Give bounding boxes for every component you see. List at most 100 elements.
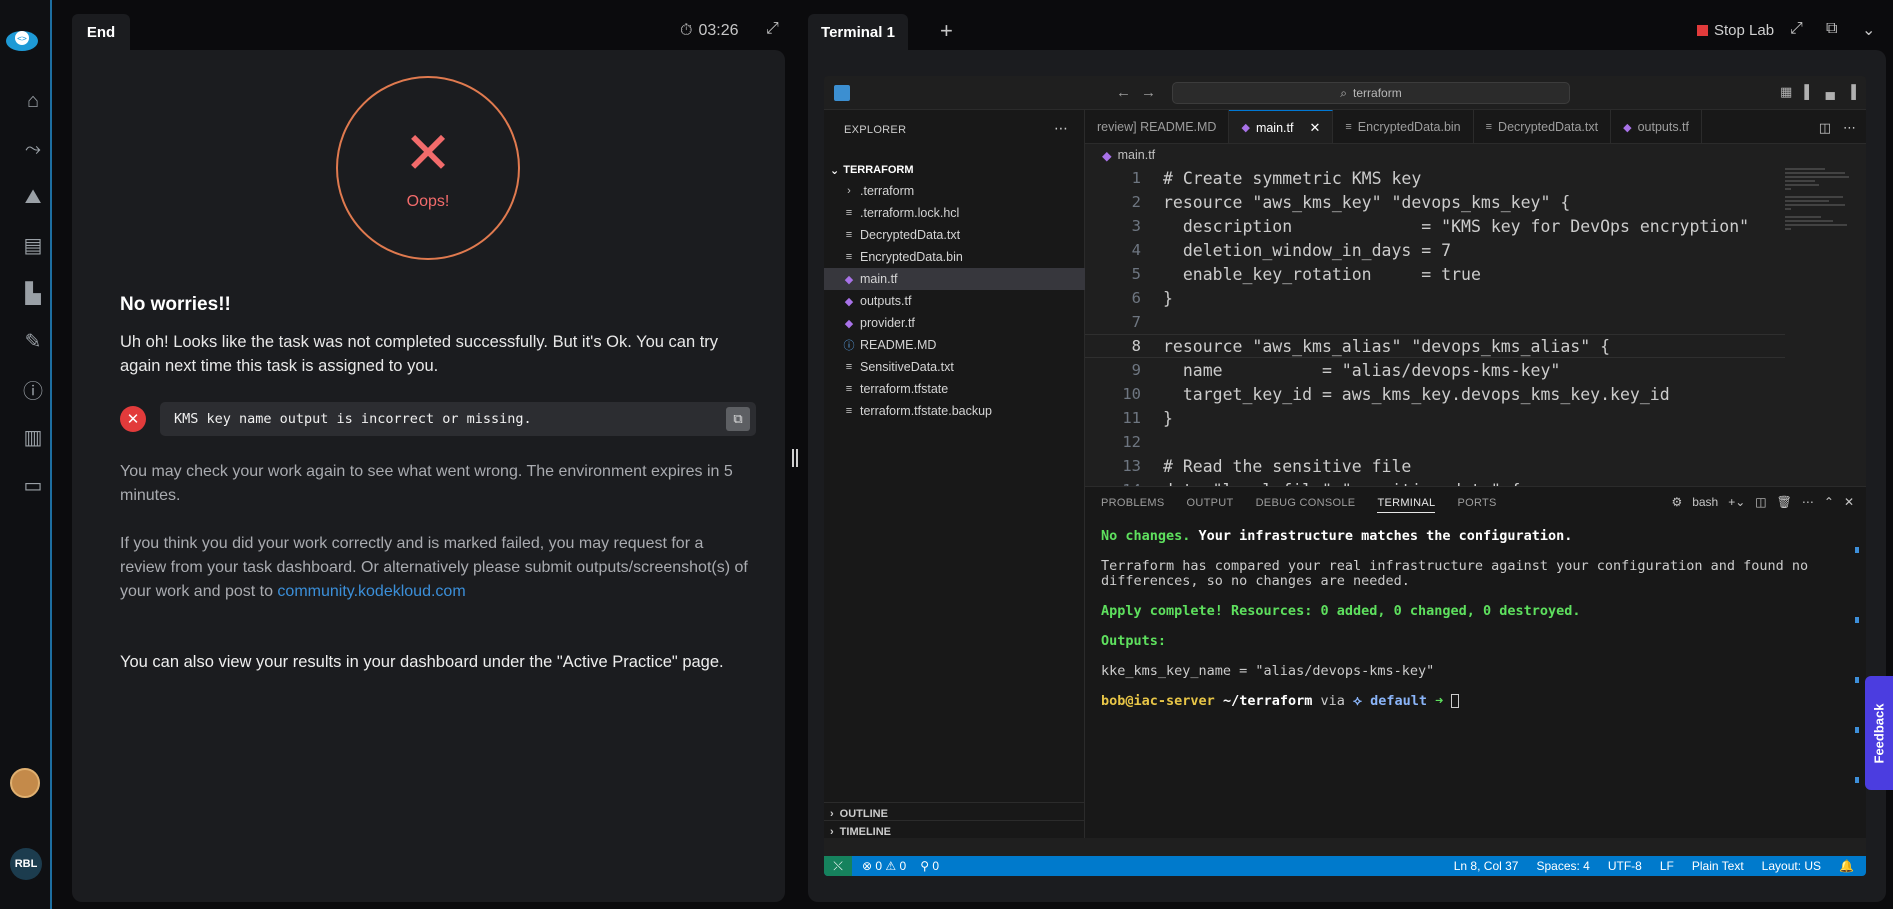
file-tree-item[interactable]: ≡ terraform.tfstate [824,378,1085,400]
editor-tab[interactable]: ◆ main.tf ✕ [1229,110,1334,143]
terminal-output[interactable]: No changes. Your infrastructure matches … [1101,529,1841,709]
more-actions-icon[interactable]: ⋯ [1843,120,1856,136]
text-file-icon: ≡ [845,251,853,263]
toggle-secondary-sidebar-icon[interactable]: ▐ [1847,84,1856,100]
split-editor-icon[interactable]: ◫ [1819,120,1831,136]
more-actions-icon[interactable]: ⋯ [1054,120,1068,137]
close-tab-icon[interactable]: ✕ [1309,120,1320,136]
cursor-position[interactable]: Ln 8, Col 37 [1454,859,1519,873]
panel-tab-debug-console[interactable]: DEBUG CONSOLE [1256,497,1356,513]
shell-name[interactable]: bash [1692,495,1718,509]
new-terminal-icon[interactable]: +⌄ [1728,495,1745,509]
folder-header[interactable]: ⌄ TERRAFORM [830,164,914,177]
text-file-icon: ≡ [845,361,853,373]
text-file-icon: ≡ [1485,121,1493,133]
back-arrow-icon[interactable]: ← [1116,84,1131,101]
file-tree-item[interactable]: ≡ DecryptedData.txt [824,224,1085,246]
editor-tab[interactable]: ≡ DecryptedData.txt [1474,110,1612,143]
panel-tab-output[interactable]: OUTPUT [1187,497,1234,513]
file-tree-item[interactable]: ◆ main.tf [824,268,1085,290]
editor-tab[interactable]: ≡ EncryptedData.bin [1333,110,1474,143]
close-panel-icon[interactable]: ✕ [1844,495,1854,509]
roadmap-icon[interactable]: ⤳ [20,136,46,162]
fullscreen-icon[interactable]: ⤢ [1790,20,1803,38]
terminal-line: No changes. Your infrastructure matches … [1101,529,1841,544]
layout-controls: ▦ ▌ ▄ ▐ [1780,84,1856,100]
encoding[interactable]: UTF-8 [1608,859,1642,873]
kodekloud-logo-icon[interactable]: <> [4,26,40,52]
file-tree-item[interactable]: ◆ provider.tf [824,312,1085,334]
end-of-line[interactable]: LF [1660,859,1674,873]
remote-icon[interactable]: ⤬ [824,856,852,876]
file-name: terraform.tfstate [860,382,949,396]
file-tree-item[interactable]: ≡ SensitiveData.txt [824,356,1085,378]
file-tree-item[interactable]: ≡ .terraform.lock.hcl [824,202,1085,224]
line-content: resource "aws_kms_alias" "devops_kms_ali… [1163,336,1611,356]
app: <> ⌂ ⤳ ⛰ ▤ ▙ ✎ ⓘ ▥ ▭ RBL End ⏱ 03:26 ⤢ ✕… [0,0,1893,909]
playground-icon[interactable]: ▤ [20,232,46,258]
add-terminal-icon[interactable]: + [940,18,953,44]
info-icon[interactable]: ⓘ [20,376,46,403]
leaderboard-icon[interactable]: ▙ [20,280,46,306]
chevron-down-icon[interactable]: ⌄ [1862,20,1875,40]
feedback-button[interactable]: Feedback [1865,676,1893,790]
line-number: 4 [1131,241,1141,259]
ports-status[interactable]: ⚲ 0 [920,859,939,873]
line-content: resource "aws_kms_key" "devops_kms_key" … [1163,192,1571,212]
bottom-panel: PROBLEMS OUTPUT DEBUG CONSOLE TERMINAL PORTS… [1085,486,1866,838]
open-external-icon[interactable]: ⧉ [1826,20,1837,38]
line-number: 3 [1131,217,1141,235]
toggle-sidebar-icon[interactable]: ▌ [1804,84,1813,100]
copy-icon[interactable]: ⧉ [726,407,750,431]
timeline-section[interactable]: › TIMELINE [824,820,1085,842]
code-editor[interactable]: 1 # Create symmetric KMS key 2 resource "aw… [1085,166,1785,486]
forward-arrow-icon[interactable]: → [1141,84,1156,101]
more-actions-icon[interactable]: ⋯ [1802,495,1814,509]
minimap[interactable] [1785,166,1855,486]
panel-tab-ports[interactable]: PORTS [1457,497,1496,513]
prompt-env-name: default [1370,693,1427,709]
stop-lab-button[interactable]: Stop Lab [1697,22,1774,39]
file-tree-item[interactable]: ≡ terraform.tfstate.backup [824,400,1085,422]
home-icon[interactable]: ⌂ [20,88,46,114]
panel-resize-handle[interactable] [792,449,800,467]
community-link[interactable]: community.kodekloud.com [277,583,465,600]
trash-icon[interactable]: 🗑 [1777,495,1792,509]
file-tree-item[interactable]: ◆ outputs.tf [824,290,1085,312]
indentation[interactable]: Spaces: 4 [1536,859,1589,873]
file-tree-item[interactable]: ⓘ README.MD [824,334,1085,356]
terminal-scrollbar[interactable] [1855,527,1861,827]
editor-tab[interactable]: ◆ outputs.tf [1611,110,1702,143]
panel-tab-terminal[interactable]: TERMINAL [1377,497,1436,513]
maximize-panel-icon[interactable]: ⌃ [1824,495,1834,509]
language-mode[interactable]: Plain Text [1692,859,1744,873]
command-center-search[interactable]: ⌕ terraform [1172,82,1570,104]
terraform-file-icon: ◆ [1241,122,1250,134]
result-badge: ✕ Oops! [336,76,520,260]
tab-terminal-1[interactable]: Terminal 1 [808,14,908,50]
tab-end[interactable]: End [72,14,130,50]
user-avatar[interactable] [10,768,40,798]
learning-path-icon[interactable]: ⛰ [20,184,46,210]
panel-tab-problems[interactable]: PROBLEMS [1101,497,1165,513]
editor-tab[interactable]: review] README.MD [1085,110,1230,143]
toggle-panel-icon[interactable]: ▄ [1826,84,1835,100]
check-text: You may check your work again to see wha… [120,463,733,504]
chat-icon[interactable]: ▭ [20,472,46,498]
file-tree-item[interactable]: ≡ EncryptedData.bin [824,246,1085,268]
problems-status[interactable]: ⊗ 0 ⚠ 0 [862,859,906,873]
line-content: target_key_id = aws_kms_key.devops_kms_k… [1163,384,1670,404]
notifications-icon[interactable]: 🔔 [1839,859,1854,873]
breadcrumb[interactable]: ◆ main.tf [1102,148,1155,163]
vscode-menu-icon[interactable] [834,85,850,101]
file-tree-item[interactable]: › .terraform [824,180,1085,202]
outputs-heading: Outputs: [1101,633,1167,649]
expand-icon[interactable]: ⤢ [766,20,779,38]
keyboard-layout[interactable]: Layout: US [1762,859,1821,873]
book-icon[interactable]: ▥ [20,424,46,450]
code-line: 6} [1085,286,1785,310]
profile-initials-button[interactable]: RBL [10,848,42,880]
notes-icon[interactable]: ✎ [20,328,46,354]
split-terminal-icon[interactable]: ◫ [1755,495,1766,509]
customize-layout-icon[interactable]: ▦ [1780,84,1792,100]
